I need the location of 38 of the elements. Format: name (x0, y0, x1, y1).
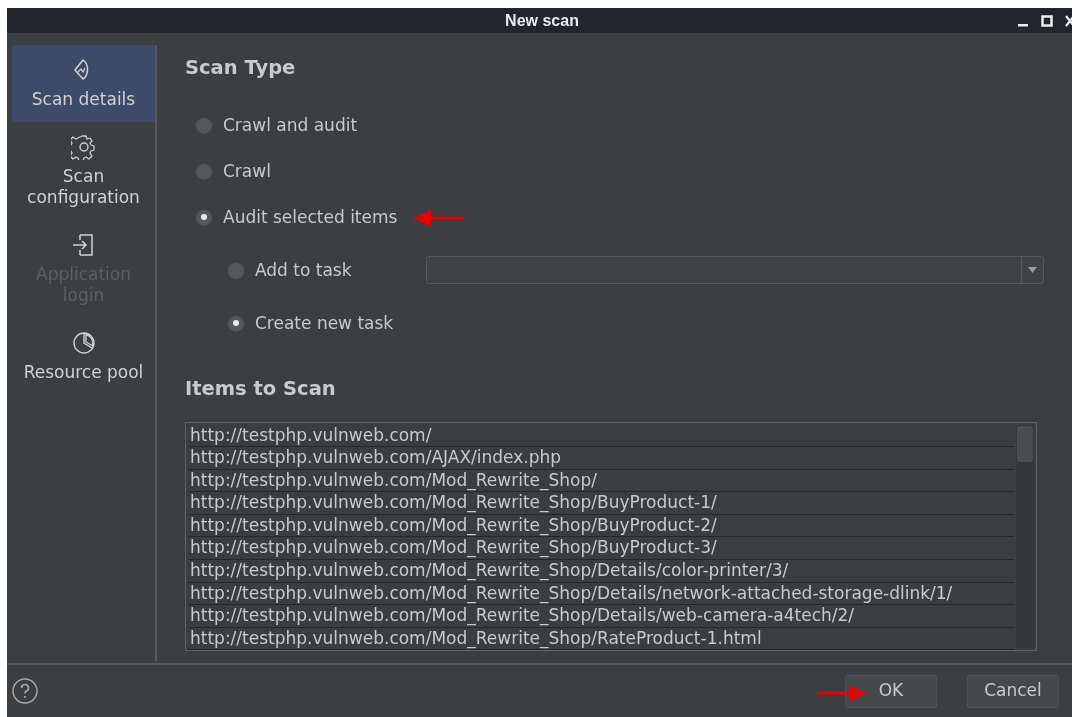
radio-button[interactable] (195, 208, 213, 227)
list-row[interactable]: http://testphp.vulnweb.com/Mod_Rewrite_Shop/Details/web-camera-a4tech/2/ (188, 605, 1014, 628)
pie-chart-icon (70, 330, 97, 356)
cancel-button[interactable]: Cancel (967, 674, 1059, 708)
list-row[interactable]: http://testphp.vulnweb.com/Mod_Rewrite_Shop/BuyProduct-1/ (188, 492, 1014, 515)
radio-label[interactable]: Audit selected items (223, 204, 398, 230)
radio-button[interactable] (195, 162, 213, 181)
sidebar-item[interactable]: Resource pool (12, 318, 155, 395)
list-row[interactable]: http://testphp.vulnweb.com/ (188, 424, 1014, 448)
radio-button[interactable] (227, 314, 245, 333)
gear-icon (70, 134, 97, 160)
list-row[interactable]: http://testphp.vulnweb.com/Mod_Rewrite_Shop/BuyProduct-2/ (188, 514, 1014, 538)
radio-label[interactable]: Crawl (223, 158, 271, 184)
section-heading: Scan Type (185, 55, 297, 81)
dropdown-field[interactable] (426, 256, 1044, 285)
list-row[interactable]: http://testphp.vulnweb.com/Mod_Rewrite_Shop/BuyProduct-3/ (188, 537, 1014, 561)
list-row[interactable]: http://testphp.vulnweb.com/Mod_Rewrite_Shop/Details/color-printer/3/ (188, 560, 1014, 583)
close-icon[interactable] (1065, 14, 1072, 27)
help-icon[interactable] (12, 678, 38, 704)
radio-button[interactable] (227, 261, 245, 280)
radio-label[interactable]: Crawl and audit (223, 112, 358, 138)
maximize-icon[interactable] (1041, 14, 1053, 27)
annotation-arrow (413, 210, 463, 226)
annotation-arrow (817, 685, 867, 701)
section-heading: Items to Scan (185, 376, 337, 403)
list-row[interactable]: http://testphp.vulnweb.com/AJAX/index.php (188, 447, 1014, 470)
sidebar-item[interactable]: Scan details (12, 45, 155, 122)
list-row[interactable]: http://testphp.vulnweb.com/Mod_Rewrite_Shop/RateProduct-1.html (188, 627, 1014, 651)
list-row[interactable]: http://testphp.vulnweb.com/Mod_Rewrite_Shop/Details/network-attached-storage-dlink/1/ (188, 582, 1014, 606)
radio-label[interactable]: Create new task (255, 310, 394, 336)
window-title: New scan (505, 10, 579, 31)
ok-button[interactable]: OK (845, 674, 937, 708)
radio-button[interactable] (195, 116, 213, 135)
sidebar-item[interactable]: Scan configuration (12, 122, 155, 220)
dropdown-caret-icon (1028, 267, 1037, 274)
scrollbar[interactable] (1016, 424, 1034, 648)
radio-label[interactable]: Add to task (255, 257, 352, 283)
list-row[interactable]: http://testphp.vulnweb.com/Mod_Rewrite_Shop/ (188, 469, 1014, 493)
